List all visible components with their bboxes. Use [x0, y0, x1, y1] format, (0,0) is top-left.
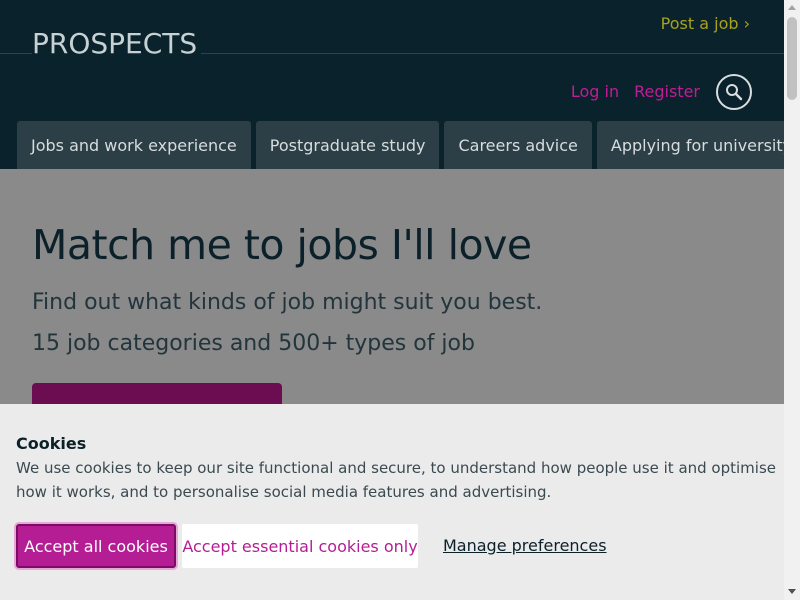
tab-jobs-and-work-experience[interactable]: Jobs and work experience [17, 121, 251, 169]
search-icon [726, 84, 743, 101]
search-button[interactable] [716, 74, 752, 110]
site-logo[interactable]: PROSPECTS [32, 27, 202, 61]
cookie-title: Cookies [16, 434, 87, 453]
arrow-down-icon [788, 589, 796, 594]
tab-applying-for-university[interactable]: Applying for university [596, 121, 784, 169]
scrollbar-thumb[interactable] [787, 17, 797, 100]
tab-careers-advice[interactable]: Careers advice [444, 121, 592, 169]
vertical-scrollbar[interactable] [784, 0, 800, 600]
login-link[interactable]: Log in [571, 74, 619, 110]
register-link[interactable]: Register [634, 74, 700, 110]
scroll-up-button[interactable] [784, 0, 800, 16]
cookie-banner: Cookies We use cookies to keep our site … [0, 404, 784, 600]
hero-subtitle: Find out what kinds of job might suit yo… [32, 290, 543, 315]
post-a-job-link[interactable]: Post a job › [661, 13, 750, 35]
tab-postgraduate-study[interactable]: Postgraduate study [255, 121, 440, 169]
account-links: Log in Register [571, 74, 752, 110]
arrow-up-icon [788, 5, 796, 10]
site-header: PROSPECTS Post a job › Log in Register J… [0, 0, 784, 169]
scroll-down-button[interactable] [784, 584, 800, 600]
main-nav: Jobs and work experience Postgraduate st… [17, 121, 784, 169]
accept-all-cookies-button[interactable]: Accept all cookies [16, 524, 176, 568]
manage-preferences-link[interactable]: Manage preferences [443, 535, 607, 557]
cookie-description: We use cookies to keep our site function… [16, 459, 776, 501]
hero-stats: 15 job categories and 500+ types of job [32, 331, 475, 356]
accept-essential-cookies-button[interactable]: Accept essential cookies only [182, 524, 418, 568]
page: PROSPECTS Post a job › Log in Register J… [0, 0, 784, 600]
hero-title: Match me to jobs I'll love [32, 221, 532, 269]
